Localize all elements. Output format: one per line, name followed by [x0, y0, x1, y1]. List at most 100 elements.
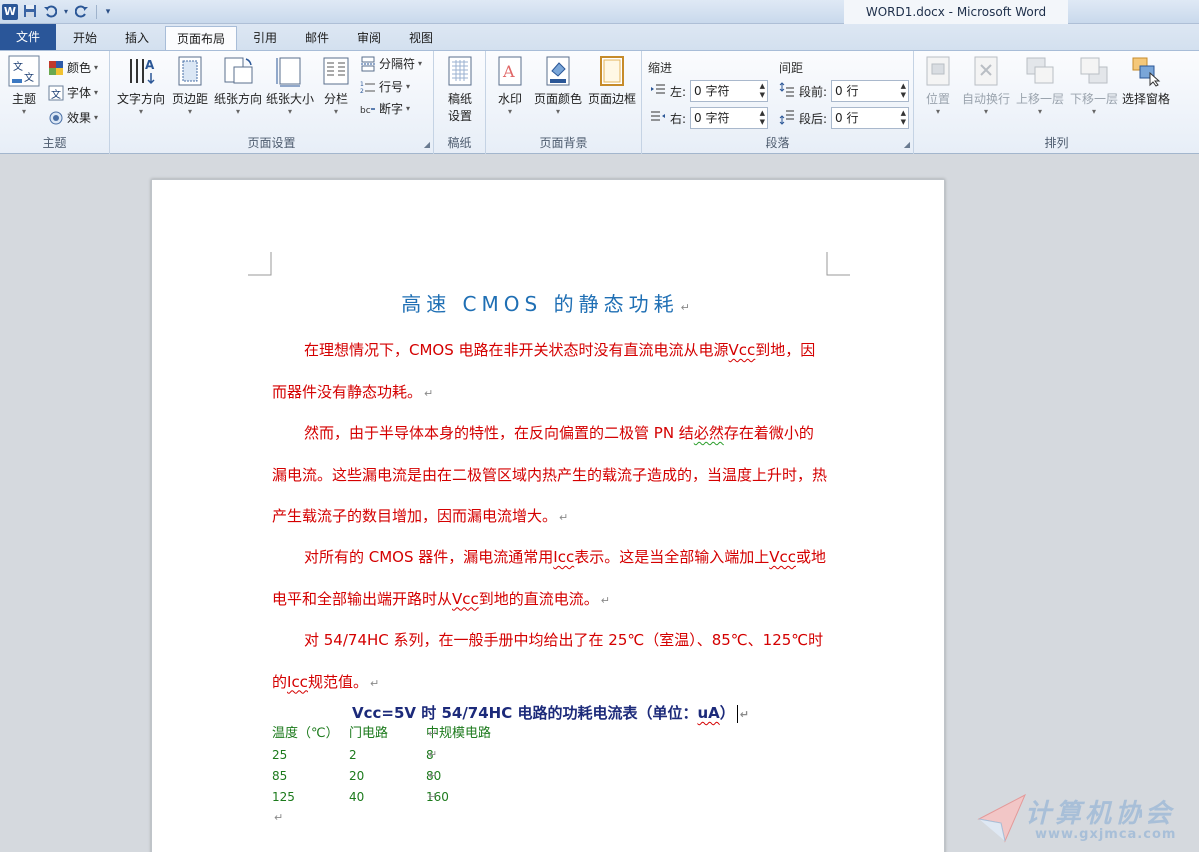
group-label-themes: 主题 [42, 136, 67, 150]
indent-right-input[interactable]: 0 字符 ▲ ▼ [690, 107, 769, 129]
text-direction-button[interactable]: A 文字方向 ▾ [114, 55, 168, 117]
table-title[interactable]: Vcc=5V 时 54/74HC 电路的功耗电流表（单位：uA） ↵ [352, 702, 749, 723]
orientation-button[interactable]: 纸张方向 ▾ [212, 55, 264, 117]
table-cell: 85 [272, 769, 288, 783]
save-icon[interactable] [22, 4, 38, 20]
margins-icon [174, 55, 206, 87]
tab-page-layout[interactable]: 页面布局 [165, 26, 237, 51]
send-backward-button[interactable]: 下移一层 ▾ [1068, 55, 1120, 117]
page-color-icon [542, 55, 574, 87]
indent-left-label: 左: [670, 84, 687, 99]
columns-button[interactable]: 分栏 ▾ [316, 55, 356, 117]
group-themes: 文文 主题 ▾ 颜色 ▾ 文 字体 ▾ 效果 ▾ 主题 [0, 51, 110, 154]
group-label-arrange: 排列 [1044, 136, 1069, 150]
undo-dropdown-icon[interactable]: ▾ [62, 4, 70, 20]
table-cell: 2 [349, 748, 357, 762]
indent-left-spinner-icon[interactable]: ▲ ▼ [760, 82, 765, 100]
page-borders-icon [596, 55, 628, 87]
spacing-before-icon [779, 81, 795, 101]
paragraph-launcher-icon[interactable]: ◢ [904, 140, 910, 149]
theme-colors-icon [48, 60, 64, 76]
page-borders-button[interactable]: 页面边框 [586, 55, 638, 107]
tab-file[interactable]: 文件 [0, 24, 56, 50]
margins-button[interactable]: 页边距 ▾ [168, 55, 212, 117]
group-label-page-background: 页面背景 [539, 136, 588, 150]
page-color-button[interactable]: 页面颜色 ▾ [532, 55, 584, 117]
tab-insert[interactable]: 插入 [112, 26, 162, 50]
position-button[interactable]: 位置 ▾ [918, 55, 958, 117]
close-button[interactable] [1160, 0, 1199, 20]
word-logo-icon[interactable]: W [2, 4, 18, 20]
spacing-after-label: 段后: [799, 111, 828, 126]
theme-colors-button[interactable]: 颜色 ▾ [48, 57, 98, 79]
spacing-before-row: 段前: 0 行 ▲ ▼ [779, 79, 910, 103]
group-label-manuscript: 稿纸 [447, 136, 472, 150]
hyphenation-button[interactable]: bc 断字 ▾ [360, 98, 410, 120]
document-page[interactable]: 高速 CMOS 的静态功耗 ↵ 在理想情况下，CMOS 电路在非开关状态时没有直流… [151, 179, 945, 852]
redo-icon[interactable] [74, 4, 90, 20]
table-cell: 40 [349, 790, 365, 804]
group-page-setup: A 文字方向 ▾ 页边距 ▾ 纸张方向 ▾ 纸张大小 ▾ 分栏 ▾ 分隔符 ▾ 12 行号 ▾ [110, 51, 434, 154]
svg-text:文: 文 [51, 88, 61, 101]
theme-effects-icon [48, 110, 64, 126]
svg-text:文: 文 [24, 71, 34, 84]
margin-corner-top-right [826, 252, 850, 276]
spacing-after-input[interactable]: 0 行 ▲ ▼ [831, 107, 910, 129]
document-title[interactable]: 高速 CMOS 的静态功耗 ↵ [152, 288, 944, 317]
manuscript-settings-button[interactable]: 稿纸 设置 [440, 55, 480, 124]
size-button[interactable]: 纸张大小 ▾ [264, 55, 316, 117]
tab-view[interactable]: 视图 [396, 26, 446, 50]
line-numbers-button[interactable]: 12 行号 ▾ [360, 76, 410, 98]
paragraph-3[interactable]: 对所有的 CMOS 器件，漏电流通常用Icc表示。这是当全部输入端加上Vcc或地… [272, 537, 828, 621]
spacing-after-row: 段后: 0 行 ▲ ▼ [779, 106, 910, 130]
paragraph-4[interactable]: 对 54/74HC 系列，在一般手册中均给出了在 25℃（室温）、85℃、125… [272, 620, 828, 704]
spacing-before-spinner-icon[interactable]: ▲ ▼ [901, 82, 906, 100]
minimize-button[interactable] [1080, 0, 1120, 20]
undo-icon[interactable] [42, 4, 58, 20]
svg-text:1: 1 [360, 81, 364, 88]
indent-left-row: 左: 0 字符 ▲ ▼ [650, 79, 769, 103]
theme-fonts-button[interactable]: 文 字体 ▾ [48, 82, 98, 104]
text-cursor [736, 704, 738, 723]
tab-references[interactable]: 引用 [240, 26, 290, 50]
wrap-text-button[interactable]: 自动换行 ▾ [960, 55, 1012, 117]
customize-qat-icon[interactable]: ▾ [103, 4, 113, 20]
margin-corner-top-left [248, 252, 272, 276]
svg-text:A: A [145, 58, 155, 72]
tab-review[interactable]: 审阅 [344, 26, 394, 50]
selection-pane-icon [1130, 55, 1162, 87]
watermark-url: www.gxjmca.com [1035, 827, 1177, 842]
manuscript-icon [444, 55, 476, 87]
indent-left-icon [650, 82, 666, 101]
svg-text:bc: bc [360, 106, 371, 116]
maximize-button[interactable] [1120, 0, 1160, 20]
document-area[interactable]: 高速 CMOS 的静态功耗 ↵ 在理想情况下，CMOS 电路在非开关状态时没有直流… [0, 155, 1199, 852]
paragraph-1[interactable]: 在理想情况下，CMOS 电路在非开关状态时没有直流电流从电源Vcc到地，因而器件… [272, 330, 828, 414]
watermark-button[interactable]: A 水印 ▾ [490, 55, 530, 117]
bring-forward-button[interactable]: 上移一层 ▾ [1014, 55, 1066, 117]
send-backward-icon [1078, 55, 1110, 87]
position-icon [922, 55, 954, 87]
tab-home[interactable]: 开始 [60, 26, 110, 50]
tab-mailings[interactable]: 邮件 [292, 26, 342, 50]
breaks-button[interactable]: 分隔符 ▾ [360, 53, 422, 75]
indent-left-input[interactable]: 0 字符 ▲ ▼ [690, 80, 769, 102]
page-setup-launcher-icon[interactable]: ◢ [424, 140, 430, 149]
table-cell: 25 [272, 748, 288, 762]
paragraph-2[interactable]: 然而，由于半导体本身的特性，在反向偏置的二极管 PN 结必然存在着微小的漏电流。… [272, 413, 828, 539]
table-cell: 20 [349, 769, 365, 783]
spacing-after-icon [779, 109, 795, 128]
selection-pane-button[interactable]: 选择窗格 [1120, 55, 1172, 107]
bring-forward-icon [1024, 55, 1056, 87]
group-manuscript: 稿纸 设置 稿纸 [434, 51, 486, 154]
ribbon-tabs: 文件 开始 插入 页面布局 引用 邮件 审阅 视图 [0, 24, 1199, 51]
table-header-cell: 温度（℃） [272, 726, 339, 741]
spacing-after-spinner-icon[interactable]: ▲ ▼ [901, 109, 906, 127]
theme-effects-button[interactable]: 效果 ▾ [48, 107, 98, 129]
themes-icon: 文文 [8, 55, 40, 87]
indent-right-spinner-icon[interactable]: ▲ ▼ [760, 109, 765, 127]
hyphenation-icon: bc [360, 101, 376, 117]
themes-button[interactable]: 文文 主题 ▾ [4, 55, 44, 117]
spacing-before-input[interactable]: 0 行 ▲ ▼ [831, 80, 910, 102]
indent-right-label: 右: [670, 111, 687, 126]
